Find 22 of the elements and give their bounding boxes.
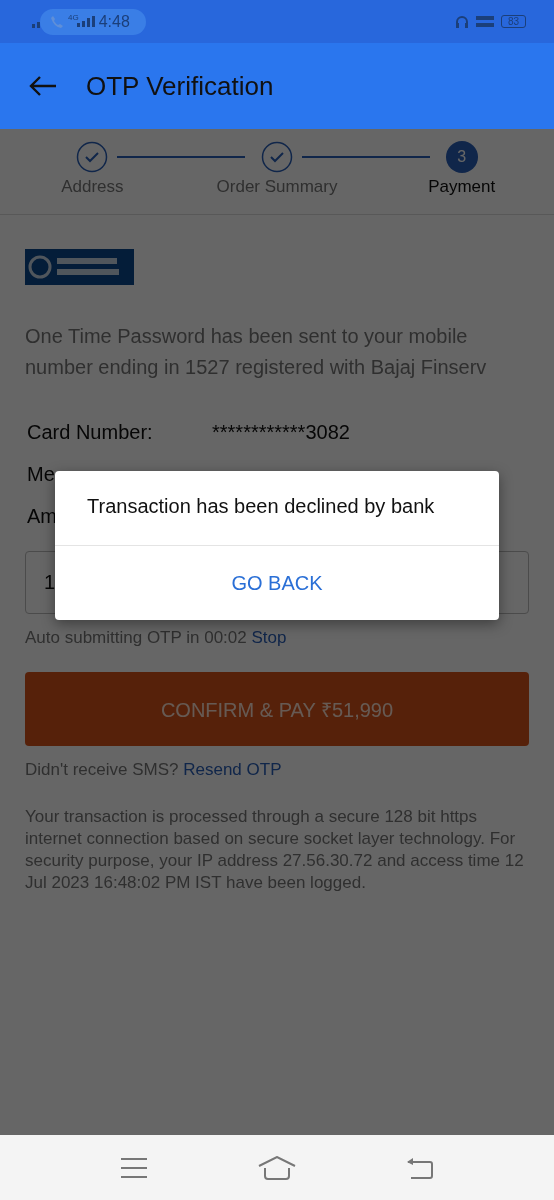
detail-value: ************3082: [212, 420, 350, 444]
confirm-pay-button[interactable]: CONFIRM & PAY ₹51,990: [25, 672, 529, 746]
go-back-button[interactable]: GO BACK: [55, 546, 499, 620]
network-label: 4G: [68, 12, 79, 22]
clock-time: 4:48: [98, 12, 130, 31]
call-pill[interactable]: 4G 4:48: [40, 8, 146, 35]
stop-link[interactable]: Stop: [251, 628, 287, 647]
headphones-icon: [454, 14, 469, 29]
resend-otp-link[interactable]: Resend OTP: [183, 760, 282, 779]
battery-icon: 83: [500, 15, 526, 28]
step-label[interactable]: Payment: [428, 177, 496, 197]
phone-icon: [50, 14, 64, 29]
detail-label: Card Number:: [26, 420, 153, 444]
detail-label: Me: [26, 462, 55, 486]
signal-icon: [76, 16, 95, 27]
home-icon[interactable]: [258, 1155, 296, 1180]
menu-icon[interactable]: [120, 1156, 148, 1179]
back-arrow-icon[interactable]: [28, 75, 58, 97]
step-number: 3: [445, 141, 478, 173]
screen-title: OTP Verification: [86, 70, 274, 102]
dialog-message: Transaction has been declined by bank: [55, 471, 499, 546]
back-icon[interactable]: [406, 1156, 434, 1179]
